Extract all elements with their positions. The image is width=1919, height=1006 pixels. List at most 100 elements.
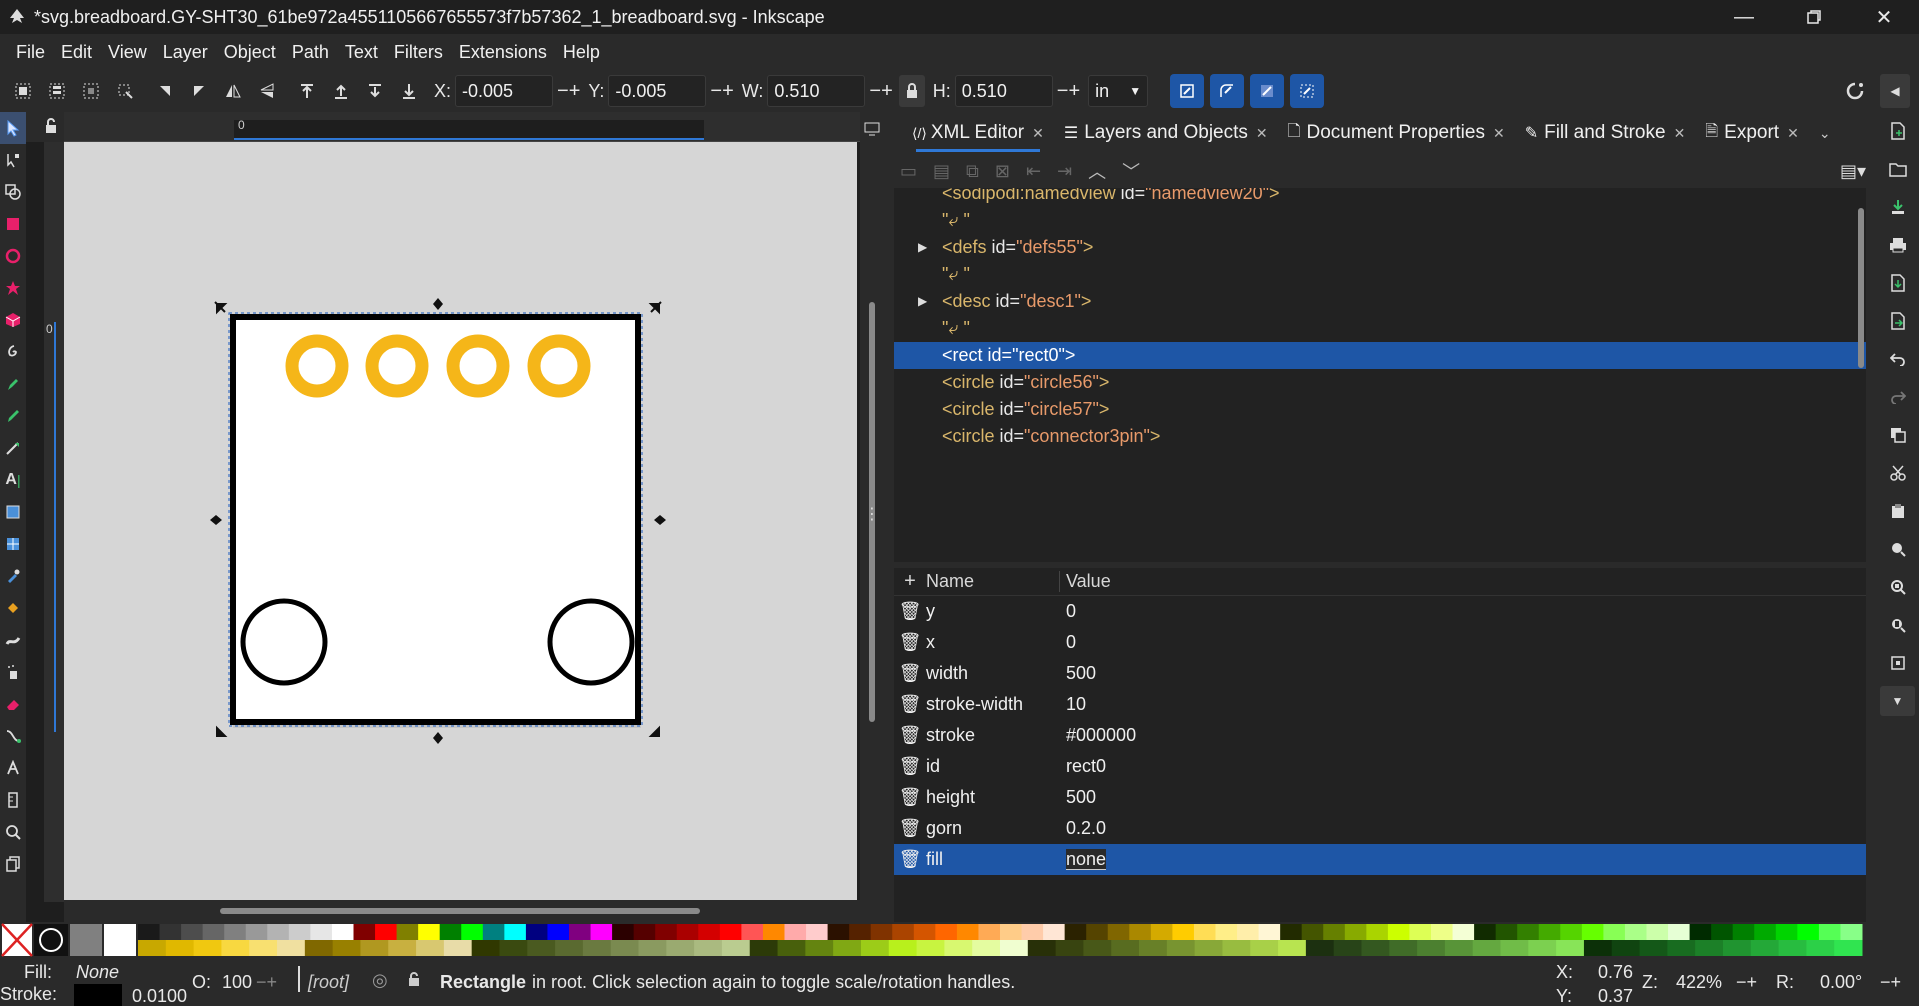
- palette-swatch[interactable]: [310, 924, 333, 940]
- palette-swatch[interactable]: [1603, 924, 1626, 940]
- menu-file[interactable]: File: [8, 34, 53, 70]
- attr-value[interactable]: 500: [1060, 787, 1866, 808]
- paste-icon[interactable]: [1876, 492, 1919, 530]
- duplicate-node-icon[interactable]: ⧉: [966, 161, 979, 182]
- trash-icon[interactable]: 🗑: [894, 849, 926, 870]
- palette-swatch[interactable]: [499, 940, 528, 956]
- tree-node[interactable]: ▶ <defs id="defs55">: [894, 234, 1866, 261]
- flip-horizontal-icon[interactable]: [216, 74, 250, 108]
- pen-tool-icon[interactable]: [0, 368, 26, 400]
- palette-swatch[interactable]: [1323, 924, 1346, 940]
- trash-icon[interactable]: 🗑: [894, 632, 926, 653]
- palette-swatch[interactable]: [353, 924, 376, 940]
- menu-path[interactable]: Path: [284, 34, 337, 70]
- zoom-stepper[interactable]: −+: [1736, 972, 1757, 993]
- palette-swatch[interactable]: [165, 940, 195, 956]
- attribute-row[interactable]: 🗑 y 0: [894, 596, 1866, 627]
- palette-swatch[interactable]: [582, 940, 612, 956]
- palette-swatch[interactable]: [741, 924, 764, 940]
- rotate-cw-icon[interactable]: [182, 74, 216, 108]
- tree-text-node[interactable]: "⤶ ": [894, 207, 1866, 234]
- tab-export[interactable]: 🗎 Export ✕: [1695, 112, 1809, 154]
- palette-swatch[interactable]: [590, 924, 613, 940]
- palette-swatch[interactable]: [870, 924, 893, 940]
- palette-swatch[interactable]: [1278, 940, 1307, 956]
- palette-swatch[interactable]: [245, 924, 268, 940]
- palette-swatch[interactable]: [978, 924, 1001, 940]
- tree-text-node[interactable]: "⤶ ": [894, 261, 1866, 288]
- attr-value[interactable]: 500: [1060, 663, 1866, 684]
- select-all-icon[interactable]: [6, 74, 40, 108]
- paint-bucket-tool-icon[interactable]: [0, 592, 26, 624]
- touch-select-icon[interactable]: [108, 74, 142, 108]
- palette-swatch[interactable]: [1775, 924, 1798, 940]
- delete-node-icon[interactable]: ⊠: [995, 161, 1010, 182]
- add-attribute-button[interactable]: +: [894, 570, 926, 593]
- palette-swatch[interactable]: [193, 940, 222, 956]
- rotation-input[interactable]: 0.00°: [1820, 972, 1862, 993]
- new-element-node-icon[interactable]: ▭: [900, 161, 917, 182]
- trash-icon[interactable]: 🗑: [894, 601, 926, 622]
- lock-ratio-icon[interactable]: [898, 75, 925, 107]
- palette-swatch[interactable]: [935, 924, 958, 940]
- menu-text[interactable]: Text: [337, 34, 386, 70]
- palette-swatch[interactable]: [1818, 924, 1841, 940]
- attribute-row[interactable]: 🗑 stroke-width 10: [894, 689, 1866, 720]
- lower-to-bottom-icon[interactable]: [392, 74, 426, 108]
- palette-swatch[interactable]: [1695, 940, 1724, 956]
- menu-edit[interactable]: Edit: [53, 34, 100, 70]
- trash-icon[interactable]: 🗑: [894, 756, 926, 777]
- zoom-selection-icon[interactable]: [1876, 530, 1919, 568]
- palette-swatch[interactable]: [1732, 924, 1755, 940]
- palette-swatch[interactable]: [547, 924, 570, 940]
- raise-to-top-icon[interactable]: [290, 74, 324, 108]
- raise-icon[interactable]: [324, 74, 358, 108]
- palette-swatch[interactable]: [1366, 924, 1389, 940]
- palette-swatch[interactable]: [555, 940, 584, 956]
- attr-value[interactable]: 10: [1060, 694, 1866, 715]
- import-icon[interactable]: [1876, 264, 1919, 302]
- palette-swatch[interactable]: [1538, 924, 1561, 940]
- palette-swatch[interactable]: [916, 940, 945, 956]
- palette-swatch[interactable]: [676, 924, 699, 940]
- unindent-node-icon[interactable]: ⇤: [1026, 161, 1041, 182]
- palette-swatch[interactable]: [1333, 940, 1362, 956]
- menu-filters[interactable]: Filters: [386, 34, 451, 70]
- stroke-width-value[interactable]: 0.0100: [132, 986, 187, 1006]
- width-input[interactable]: 0.510: [767, 75, 866, 107]
- palette-swatch[interactable]: [1834, 940, 1863, 956]
- palette-swatch[interactable]: [612, 924, 635, 940]
- palette-swatch[interactable]: [1086, 924, 1109, 940]
- palette-swatch[interactable]: [698, 924, 721, 940]
- palette-swatch[interactable]: [1797, 924, 1820, 940]
- connector-tool-icon[interactable]: [0, 720, 26, 752]
- palette-swatch[interactable]: [1444, 940, 1474, 956]
- palette-swatch[interactable]: [1500, 940, 1529, 956]
- fill-indicator[interactable]: None: [76, 962, 119, 983]
- attribute-row[interactable]: 🗑 id rect0: [894, 751, 1866, 782]
- lock-layer-icon[interactable]: [408, 970, 420, 991]
- trash-icon[interactable]: 🗑: [894, 663, 926, 684]
- palette-swatch[interactable]: [721, 940, 751, 956]
- palette-swatch[interactable]: [633, 924, 656, 940]
- tree-node[interactable]: <sodipodi:namedview id="namedview20">: [894, 188, 1866, 207]
- trash-icon[interactable]: 🗑: [894, 725, 926, 746]
- save-icon[interactable]: [1876, 188, 1919, 226]
- layout-menu-icon[interactable]: ▤▾: [1840, 161, 1866, 182]
- palette-swatch[interactable]: [1417, 940, 1446, 956]
- attribute-row[interactable]: 🗑 x 0: [894, 627, 1866, 658]
- palette-swatch[interactable]: [1556, 940, 1585, 956]
- palette-swatch[interactable]: [1528, 940, 1557, 956]
- palette-swatch[interactable]: [304, 940, 334, 956]
- palette-swatch[interactable]: [1150, 924, 1173, 940]
- attr-value[interactable]: rect0: [1060, 756, 1866, 777]
- close-icon[interactable]: ✕: [1256, 125, 1268, 142]
- export-file-icon[interactable]: [1876, 302, 1919, 340]
- palette-swatch[interactable]: [1689, 924, 1712, 940]
- attr-value[interactable]: 0: [1060, 601, 1866, 622]
- xml-node-tree[interactable]: <sodipodi:namedview id="namedview20"> "⤶…: [894, 188, 1866, 562]
- palette-swatch[interactable]: [1222, 940, 1251, 956]
- tree-node-selected[interactable]: <rect id="rect0">: [894, 342, 1866, 369]
- palette-swatch[interactable]: [1668, 924, 1691, 940]
- palette-swatch[interactable]: [849, 924, 872, 940]
